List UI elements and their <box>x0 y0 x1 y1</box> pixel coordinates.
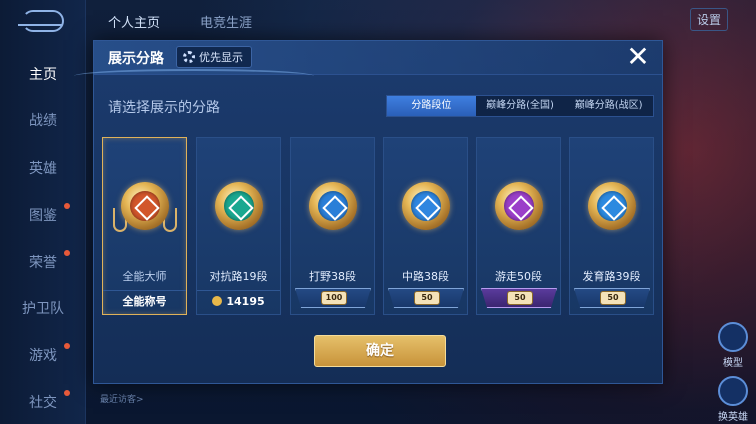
jungle-emblem-icon <box>309 182 357 230</box>
lane-card-top[interactable]: 对抗路19段 14195 <box>196 137 281 315</box>
priority-display-button[interactable]: 优先显示 <box>176 46 252 68</box>
dialog-subtitle: 请选择展示的分路 <box>108 100 220 116</box>
card-footer: 全能称号 <box>103 290 186 314</box>
lane-card-all-round[interactable]: 全能大师 全能称号 <box>102 137 187 315</box>
close-icon[interactable]: ✕ <box>624 43 652 71</box>
model-icon <box>718 322 748 352</box>
back-arrow-icon[interactable] <box>18 10 64 32</box>
confirm-button[interactable]: 确定 <box>314 335 446 367</box>
decorative-swoosh <box>74 69 314 83</box>
sidebar-item-heroes[interactable]: 英雄 <box>0 158 86 178</box>
lane-cards: 全能大师 全能称号 对抗路19段 14195 打野38段 100 中路38段 5… <box>102 137 656 317</box>
lane-display-dialog: 展示分路 优先显示 ✕ 请选择展示的分路 分路段位 巅峰分路(全国) 巅峰分路(… <box>74 40 663 384</box>
rank-ribbon: 50 <box>574 288 650 308</box>
recent-visitors[interactable]: 最近访客> <box>100 392 144 405</box>
tab-peak-national[interactable]: 巅峰分路(全国) <box>476 96 565 116</box>
coin-icon <box>212 296 223 306</box>
change-hero-button[interactable]: 换英雄 <box>710 376 756 423</box>
dialog-title: 展示分路 <box>108 51 164 67</box>
lane-card-mid[interactable]: 中路38段 50 <box>383 137 468 315</box>
notification-dot-icon <box>64 250 70 256</box>
notification-dot-icon <box>64 390 70 396</box>
notification-dot-icon <box>64 203 70 209</box>
sidebar-item-social[interactable]: 社交 <box>0 390 86 412</box>
card-footer: 14195 <box>197 290 280 314</box>
tab-lane-rank[interactable]: 分路段位 <box>387 96 476 116</box>
notification-dot-icon <box>64 343 70 349</box>
rank-ribbon: 50 <box>388 288 464 308</box>
rank-ribbon: 100 <box>295 288 371 308</box>
lane-tabs: 分路段位 巅峰分路(全国) 巅峰分路(战区) <box>386 95 654 117</box>
top-lane-emblem-icon <box>215 182 263 230</box>
tab-profile[interactable]: 个人主页 <box>108 12 160 31</box>
gear-icon <box>183 51 195 63</box>
lane-card-farm[interactable]: 发育路39段 50 <box>569 137 654 315</box>
sidebar-item-game[interactable]: 游戏 <box>0 343 86 365</box>
roam-emblem-icon <box>495 182 543 230</box>
lane-card-roam[interactable]: 游走50段 50 <box>476 137 561 315</box>
change-hero-icon <box>718 376 748 406</box>
tab-peak-region[interactable]: 巅峰分路(战区) <box>564 96 653 116</box>
model-button[interactable]: 模型 <box>710 322 756 369</box>
settings-button[interactable]: 设置 <box>690 8 729 31</box>
rank-ribbon: 50 <box>481 288 557 308</box>
sidebar: 主页 战绩 英雄 图鉴 荣誉 护卫队 游戏 社交 <box>0 0 86 424</box>
sidebar-item-gallery[interactable]: 图鉴 <box>0 203 86 225</box>
sidebar-item-guard[interactable]: 护卫队 <box>0 298 86 318</box>
sidebar-item-honor[interactable]: 荣誉 <box>0 250 86 272</box>
all-round-emblem-icon <box>121 182 169 230</box>
tab-esports[interactable]: 电竞生涯 <box>200 12 252 31</box>
farm-lane-emblem-icon <box>588 182 636 230</box>
sidebar-item-home[interactable]: 主页 <box>0 64 86 84</box>
lane-card-jungle[interactable]: 打野38段 100 <box>290 137 375 315</box>
mid-lane-emblem-icon <box>402 182 450 230</box>
sidebar-item-record[interactable]: 战绩 <box>0 110 86 130</box>
